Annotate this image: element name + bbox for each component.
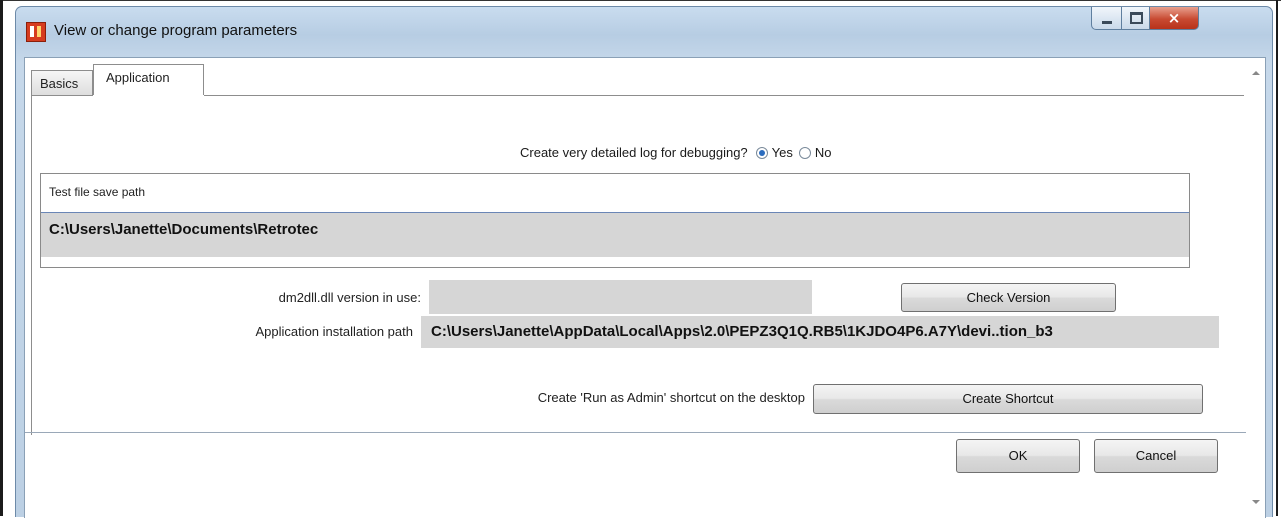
- install-path-label: Application installation path: [255, 324, 413, 339]
- close-button[interactable]: ×: [1149, 7, 1199, 30]
- scroll-up-icon[interactable]: [1252, 71, 1260, 75]
- tab-application[interactable]: Application: [93, 64, 204, 95]
- minimize-icon: [1102, 20, 1112, 24]
- debug-log-question: Create very detailed log for debugging?: [520, 145, 748, 160]
- dll-version-field: [429, 280, 812, 314]
- scroll-down-icon[interactable]: [1252, 500, 1260, 504]
- debug-yes-radio[interactable]: [755, 146, 768, 159]
- test-file-save-path-label: Test file save path: [49, 185, 146, 199]
- debug-yes-label[interactable]: Yes: [772, 145, 793, 160]
- screen-edge-top: [0, 0, 1281, 1]
- test-file-save-path-group: Test file save path C:\Users\Janette\Doc…: [40, 173, 1190, 268]
- check-version-button[interactable]: Check Version: [901, 283, 1116, 312]
- maximize-button[interactable]: [1121, 7, 1151, 30]
- close-icon: ×: [1167, 9, 1181, 27]
- tab-basics[interactable]: Basics: [31, 70, 93, 95]
- window-title: View or change program parameters: [54, 22, 298, 39]
- vertical-scrollbar[interactable]: [1246, 58, 1265, 518]
- debug-no-label[interactable]: No: [815, 145, 832, 160]
- footer-separator: [25, 432, 1246, 433]
- tab-strip-border: [31, 95, 93, 96]
- shortcut-label: Create 'Run as Admin' shortcut on the de…: [537, 390, 805, 405]
- app-logo-icon: [26, 22, 46, 42]
- title-bar[interactable]: View or change program parameters ×: [16, 7, 1272, 57]
- maximize-icon: [1129, 12, 1143, 24]
- ok-button[interactable]: OK: [956, 439, 1080, 473]
- test-file-save-path-field[interactable]: C:\Users\Janette\Documents\Retrotec: [41, 213, 1189, 257]
- debug-no-radio[interactable]: [798, 146, 811, 159]
- cancel-button[interactable]: Cancel: [1094, 439, 1218, 473]
- tab-panel-border: [31, 95, 32, 435]
- install-path-field: C:\Users\Janette\AppData\Local\Apps\2.0\…: [421, 316, 1219, 348]
- dll-version-label: dm2dll.dll version in use:: [278, 290, 421, 305]
- create-shortcut-button[interactable]: Create Shortcut: [813, 384, 1203, 414]
- screen-edge-left: [0, 0, 3, 516]
- minimize-button[interactable]: [1091, 7, 1123, 30]
- parameters-dialog: View or change program parameters × Basi…: [15, 6, 1273, 518]
- screen-edge-right: [1276, 0, 1278, 516]
- tab-strip-border: [204, 95, 1244, 96]
- debug-log-row: Create very detailed log for debugging? …: [520, 145, 838, 160]
- dialog-client-area: Basics Application Create very detailed …: [24, 57, 1266, 518]
